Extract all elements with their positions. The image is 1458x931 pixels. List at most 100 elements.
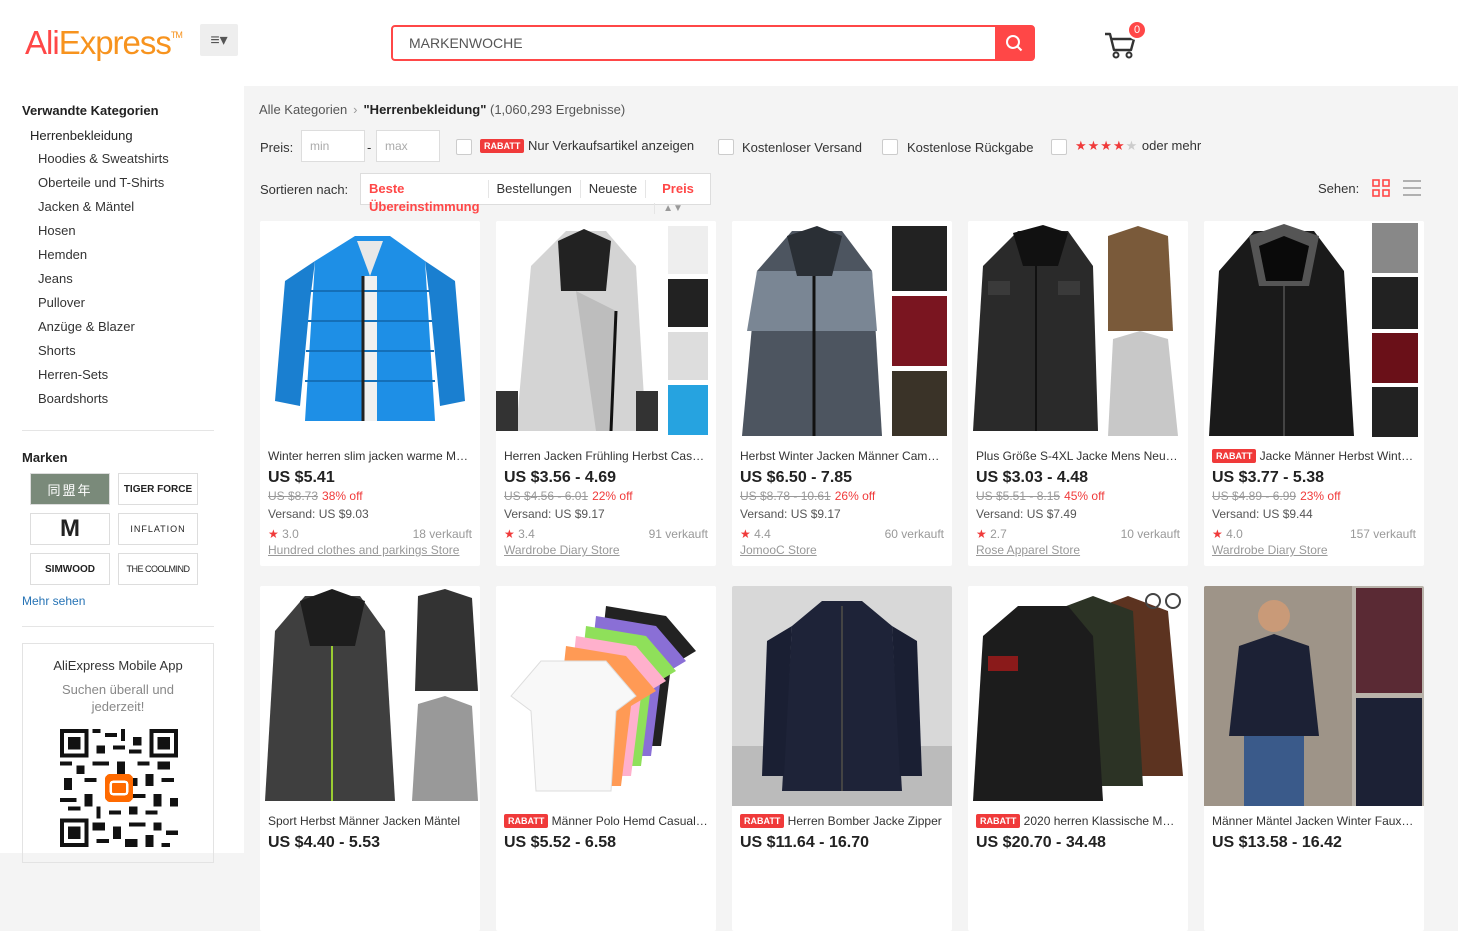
product-sold-count: 157 verkauft [1349, 527, 1416, 541]
free-return-checkbox[interactable] [882, 139, 898, 155]
product-rating: ★ 2.7 [976, 527, 1007, 541]
product-rating: ★ 4.0 [1212, 527, 1243, 541]
product-title[interactable]: Winter herren slim jacken warme Mäntel [268, 449, 472, 463]
product-image[interactable] [968, 221, 1188, 441]
product-image[interactable] [968, 586, 1188, 806]
sort-orders[interactable]: Bestellungen [487, 180, 580, 198]
product-card[interactable]: RABATT Herren Bomber Jacke Zipper US $11… [732, 586, 952, 931]
product-title[interactable]: RABATT 2020 herren Klassische Motorrad [976, 814, 1180, 828]
star-icon: ★ [976, 527, 987, 541]
category-item[interactable]: Pullover [38, 294, 169, 318]
category-menu-button[interactable]: ≡▾ [200, 24, 238, 56]
star-rating-icon: ★★★★★ [1075, 138, 1139, 153]
store-link[interactable]: JomooC Store [740, 543, 817, 557]
category-item[interactable]: Hosen [38, 222, 169, 246]
brand-logo[interactable]: SIMWOOD [30, 553, 110, 585]
product-price: US $3.56 - 4.69 [504, 469, 617, 486]
breadcrumb-root[interactable]: Alle Kategorien [259, 102, 347, 117]
sale-only-checkbox[interactable] [456, 139, 472, 155]
brand-logo[interactable]: THE COOLMIND [118, 553, 198, 585]
star-icon: ★ [268, 527, 279, 541]
product-card[interactable]: Herbst Winter Jacken Männer Camouflage U… [732, 221, 952, 566]
product-image[interactable] [732, 221, 952, 441]
brand-logo[interactable]: TIGER FORCE [118, 473, 198, 505]
product-card[interactable]: RABATT 2020 herren Klassische Motorrad U… [968, 586, 1188, 931]
product-card[interactable]: RABATT Männer Polo Hemd Casual Kurzarm U… [496, 586, 716, 931]
product-title[interactable]: Sport Herbst Männer Jacken Mäntel [268, 814, 472, 828]
cart-button[interactable]: 0 [1103, 20, 1147, 60]
product-original-price: US $4.56 - 6.01 22% off [504, 489, 633, 503]
product-card[interactable]: Sport Herbst Männer Jacken Mäntel US $4.… [260, 586, 480, 931]
more-brands-link[interactable]: Mehr sehen [22, 594, 85, 608]
product-title[interactable]: Plus Größe S-4XL Jacke Mens Neue Mode [976, 449, 1180, 463]
category-list: Hoodies & Sweatshirts Oberteile und T-Sh… [38, 150, 169, 414]
free-shipping-checkbox[interactable] [718, 139, 734, 155]
product-card[interactable]: RABATT Jacke Männer Herbst Winter Mantel… [1204, 221, 1424, 566]
product-image[interactable] [260, 586, 480, 806]
product-card[interactable]: Plus Größe S-4XL Jacke Mens Neue Mode US… [968, 221, 1188, 566]
product-title[interactable]: RABATT Herren Bomber Jacke Zipper [740, 814, 944, 828]
brand-logo[interactable]: M [30, 513, 110, 545]
divider [22, 430, 214, 431]
sort-best-match[interactable]: Beste Übereinstimmung [361, 180, 488, 214]
rabatt-badge: RABATT [480, 139, 525, 153]
product-title[interactable]: RABATT Jacke Männer Herbst Winter Mantel [1212, 449, 1416, 463]
category-item[interactable]: Shorts [38, 342, 169, 366]
brand-logo[interactable]: INFLATION [118, 513, 198, 545]
product-image[interactable] [1204, 586, 1424, 806]
sort-price[interactable]: Preis ▲▼ [645, 180, 710, 214]
category-item[interactable]: Anzüge & Blazer [38, 318, 169, 342]
free-return-label[interactable]: Kostenlose Rückgabe [907, 140, 1033, 155]
star-icon: ★ [1212, 527, 1223, 541]
product-title[interactable]: Herbst Winter Jacken Männer Camouflage [740, 449, 944, 463]
sort-arrows-icon: ▲▼ [654, 203, 691, 214]
product-price: US $20.70 - 34.48 [976, 834, 1106, 851]
search-input[interactable] [393, 27, 995, 59]
product-card[interactable]: Männer Mäntel Jacken Winter Faux Leder U… [1204, 586, 1424, 931]
list-view-icon[interactable] [1403, 179, 1421, 197]
product-title[interactable]: Männer Mäntel Jacken Winter Faux Leder [1212, 814, 1416, 828]
current-category[interactable]: Herrenbekleidung [30, 128, 133, 143]
product-image[interactable] [732, 586, 952, 806]
category-item[interactable]: Jeans [38, 270, 169, 294]
product-price: US $3.77 - 5.38 [1212, 469, 1325, 486]
sort-options: Beste Übereinstimmung Bestellungen Neues… [360, 173, 711, 214]
result-count: (1,060,293 Ergebnisse) [490, 102, 626, 117]
category-item[interactable]: Hoodies & Sweatshirts [38, 150, 169, 174]
product-title[interactable]: Herren Jacken Frühling Herbst Casual Man… [504, 449, 708, 463]
price-min-input[interactable] [301, 130, 365, 162]
product-image[interactable] [1204, 221, 1424, 441]
product-card[interactable]: Winter herren slim jacken warme Mäntel U… [260, 221, 480, 566]
star-icon: ★ [740, 527, 751, 541]
store-link[interactable]: Rose Apparel Store [976, 543, 1080, 557]
product-title[interactable]: RABATT Männer Polo Hemd Casual Kurzarm [504, 814, 708, 828]
related-categories-title: Verwandte Kategorien [22, 103, 159, 118]
store-link[interactable]: Wardrobe Diary Store [1212, 543, 1328, 557]
store-link[interactable]: Hundred clothes and parkings Store [268, 543, 459, 557]
store-link[interactable]: Wardrobe Diary Store [504, 543, 620, 557]
product-card[interactable]: Herren Jacken Frühling Herbst Casual Man… [496, 221, 716, 566]
sort-newest[interactable]: Neueste [579, 180, 645, 198]
free-shipping-label[interactable]: Kostenloser Versand [742, 140, 862, 155]
category-item[interactable]: Jacken & Mäntel [38, 198, 169, 222]
category-item[interactable]: Herren-Sets [38, 366, 169, 390]
search-button[interactable] [995, 27, 1033, 59]
product-shipping: Versand: US $9.17 [740, 507, 841, 521]
price-max-input[interactable] [376, 130, 440, 162]
product-image[interactable] [496, 586, 716, 806]
rating-checkbox[interactable] [1051, 139, 1067, 155]
rating-filter[interactable]: ★★★★★ oder mehr [1075, 138, 1201, 154]
sale-only-label[interactable]: RABATT Nur Verkaufsartikel anzeigen [480, 138, 694, 153]
qr-code-icon[interactable] [60, 729, 178, 847]
aliexpress-logo[interactable]: AliExpressTM [25, 24, 183, 62]
category-item[interactable]: Hemden [38, 246, 169, 270]
chevron-right-icon: › [353, 102, 358, 117]
product-image[interactable] [496, 221, 716, 441]
product-image[interactable] [260, 221, 480, 441]
brand-logo[interactable]: 同盟年 [30, 473, 110, 505]
category-item[interactable]: Oberteile und T-Shirts [38, 174, 169, 198]
category-item[interactable]: Boardshorts [38, 390, 169, 414]
search-icon [1006, 35, 1023, 52]
grid-view-icon[interactable] [1372, 179, 1390, 197]
app-title: AliExpress Mobile App [53, 658, 183, 673]
